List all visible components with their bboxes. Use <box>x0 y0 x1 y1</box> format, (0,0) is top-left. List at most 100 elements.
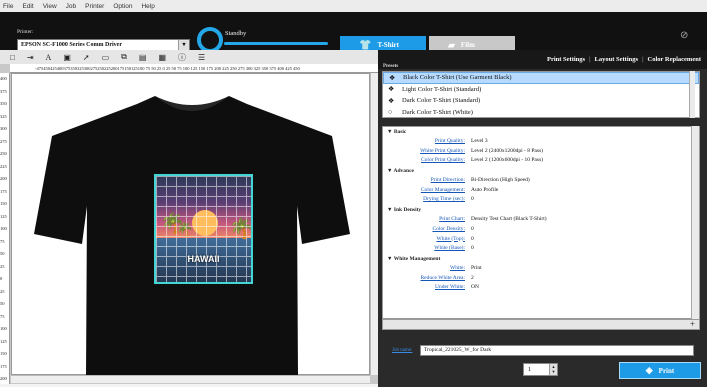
ruler-tick: 300 <box>0 126 7 131</box>
tshirt-canvas[interactable]: 🌴 🌴 🌴 HAWAII <box>11 73 370 376</box>
setting-row[interactable]: Print Quality: Level 3 <box>383 137 699 147</box>
job-name-label[interactable]: Job name: <box>392 348 412 353</box>
calculator-icon[interactable]: ▦ <box>158 53 166 62</box>
menu-file[interactable]: File <box>3 3 13 10</box>
preset-label: Dark Color T-Shirt (Standard) <box>402 97 481 105</box>
add-icon[interactable]: + <box>382 319 700 330</box>
setting-row[interactable]: Drying Time (sec): 0 <box>383 195 699 205</box>
chevron-down-icon[interactable]: ▾ <box>178 40 189 50</box>
settings-scrollbar[interactable] <box>691 126 699 319</box>
preset-item[interactable]: ❖ Black Color T-Shirt (Use Garment Black… <box>383 72 699 84</box>
print-button[interactable]: ◈ Print <box>619 362 701 379</box>
setting-row[interactable]: Color Management: Auto Profile <box>383 186 699 196</box>
preset-label: Black Color T-Shirt (Use Garment Black) <box>403 74 512 82</box>
setting-row[interactable]: Color Print Quality: Level 2 (1200x600dpi… <box>383 156 699 166</box>
printer-label: Printer: <box>17 29 34 35</box>
job-name-input[interactable]: Tropical_221025_W_for Dark <box>420 345 694 356</box>
ruler-tick: 250 <box>0 151 7 156</box>
menu-view[interactable]: View <box>43 3 57 10</box>
section-advance[interactable]: ▼ Advance <box>383 166 699 176</box>
ruler-tick: 75 <box>0 238 5 244</box>
circle-icon: ○ <box>388 108 393 117</box>
setting-key[interactable]: Reduce White Area: <box>383 274 471 284</box>
section-basic[interactable]: ▼ Basic <box>383 127 699 137</box>
layers-icon[interactable]: ▤ <box>139 53 147 62</box>
setting-row[interactable]: White: Print <box>383 264 699 274</box>
preset-list: ❖ Black Color T-Shirt (Use Garment Black… <box>382 71 700 118</box>
setting-key[interactable]: Under White: <box>383 283 471 293</box>
section-white-management[interactable]: ▼ White Management <box>383 254 699 264</box>
setting-key[interactable]: Print Chart: <box>383 215 471 225</box>
canvas-horizontal-scrollbar[interactable] <box>11 375 370 383</box>
print-design[interactable]: 🌴 🌴 🌴 HAWAII <box>154 174 253 284</box>
text-icon[interactable]: A <box>46 53 52 62</box>
print-button-label: Print <box>658 366 675 375</box>
setting-row[interactable]: Print Direction: Bi-Direction (High Speed… <box>383 176 699 186</box>
new-icon[interactable]: □ <box>10 53 15 62</box>
preset-label: Dark Color T-Shirt (White) <box>402 108 473 116</box>
preview-pane: □ ⇥ A ▣ ➚ ▭ ⧉ ▤ ▦ ⓘ ☰ -47545042540037535… <box>0 50 378 387</box>
color-drops-icon: ❖ <box>389 73 396 82</box>
film-icon: ▰ <box>448 39 455 50</box>
setting-row[interactable]: Under White: ON <box>383 283 699 293</box>
tab-film-label: Film <box>460 41 475 49</box>
info-icon[interactable]: ⓘ <box>178 52 186 63</box>
setting-key[interactable]: White Print Quality: <box>383 147 471 157</box>
ruler-tick: 0 <box>0 276 3 281</box>
preset-item[interactable]: ❖ Light Color T-Shirt (Standard) <box>383 84 699 96</box>
ruler-tick: 225 <box>0 163 7 169</box>
arrow-icon[interactable]: ➚ <box>83 53 90 62</box>
setting-value: 0 <box>471 196 474 203</box>
ruler-tick: 175 <box>0 363 7 369</box>
setting-key[interactable]: Print Direction: <box>383 176 471 186</box>
ruler-tick: 200 <box>0 376 7 381</box>
settings-tabs: Print Settings | Layout Settings | Color… <box>378 50 707 69</box>
import-icon[interactable]: ⇥ <box>27 53 34 62</box>
menu-edit[interactable]: Edit <box>22 3 33 10</box>
preset-item[interactable]: ❖ Dark Color T-Shirt (Standard) <box>383 95 699 107</box>
group-icon[interactable]: ⧉ <box>121 52 127 62</box>
preset-scrollbar[interactable] <box>689 71 695 118</box>
save-icon[interactable]: ▣ <box>63 53 71 62</box>
setting-key[interactable]: White (Base): <box>383 244 471 254</box>
menu-printer[interactable]: Printer <box>85 3 104 10</box>
copies-stepper[interactable]: 1 ▲ ▼ <box>523 363 558 376</box>
ruler-tick: 350 <box>0 101 7 106</box>
setting-key[interactable]: White (Top): <box>383 235 471 245</box>
setting-row[interactable]: Color Density: 0 <box>383 225 699 235</box>
color-drops-icon: ❖ <box>388 96 395 105</box>
menu-option[interactable]: Option <box>113 3 132 10</box>
disconnect-icon[interactable]: ⊘ <box>680 30 694 44</box>
setting-row[interactable]: White (Top): 0 <box>383 235 699 245</box>
menu-job[interactable]: Job <box>66 3 76 10</box>
tab-print-settings[interactable]: Print Settings <box>547 56 585 63</box>
print-icon: ◈ <box>645 365 653 375</box>
setting-key[interactable]: White: <box>383 264 471 274</box>
section-ink-density[interactable]: ▼ Ink Density <box>383 205 699 215</box>
preset-item[interactable]: ○ Dark Color T-Shirt (White) <box>383 107 699 118</box>
frame-icon[interactable]: ▭ <box>102 53 110 62</box>
setting-row[interactable]: Print Chart: Density Test Chart (Black T-… <box>383 215 699 225</box>
ruler-tick: 150 <box>0 201 7 206</box>
setting-key[interactable]: Print Quality: <box>383 137 471 147</box>
setting-row[interactable]: Reduce White Area: 2 <box>383 274 699 284</box>
section-label: Basic <box>393 129 407 135</box>
canvas-vertical-scrollbar[interactable] <box>370 73 378 375</box>
setting-value: 0 <box>471 235 474 242</box>
tab-color-replacement[interactable]: Color Replacement <box>648 56 702 63</box>
setting-row[interactable]: White Print Quality: Level 2 (2400x1200dp… <box>383 147 699 157</box>
setting-key[interactable]: Color Management: <box>383 186 471 196</box>
stepper-arrows-icon[interactable]: ▲ ▼ <box>549 364 557 375</box>
design-text: HAWAII <box>187 254 220 264</box>
align-icon[interactable]: ☰ <box>198 53 205 62</box>
presets-label: Presets <box>383 64 399 69</box>
setting-key[interactable]: Color Print Quality: <box>383 156 471 166</box>
tab-layout-settings[interactable]: Layout Settings <box>595 56 639 63</box>
setting-key[interactable]: Drying Time (sec): <box>383 195 471 205</box>
setting-row[interactable]: White (Base): 0 <box>383 244 699 254</box>
setting-value: Density Test Chart (Black T-Shirt) <box>471 216 547 223</box>
status-text: Standby <box>225 30 247 37</box>
tab-separator: | <box>642 56 644 63</box>
menu-help[interactable]: Help <box>141 3 154 10</box>
setting-key[interactable]: Color Density: <box>383 225 471 235</box>
